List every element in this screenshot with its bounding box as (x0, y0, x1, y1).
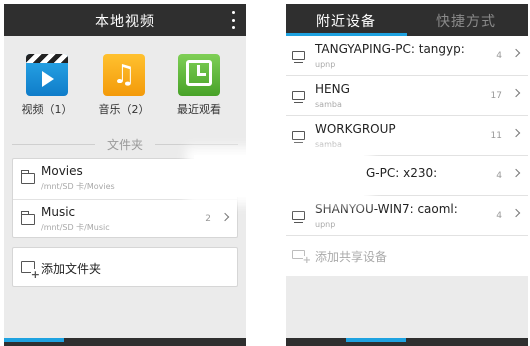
device-name: HENG (315, 82, 350, 96)
folder-icon (20, 170, 35, 184)
add-device-icon (292, 250, 311, 266)
active-nav-indicator (346, 338, 406, 342)
folder-name: Music (41, 205, 76, 219)
device-name: SHANYOU-WIN7: caoml: (315, 202, 458, 216)
device-item[interactable]: WORKGROUP samba 11 (286, 116, 528, 156)
device-protocol: upnp (315, 220, 336, 229)
category-video-label: 视频（1） (21, 103, 73, 116)
folder-name: Movies (41, 164, 83, 178)
add-share-label: 添加共享设备 (315, 250, 388, 264)
active-nav-indicator (4, 338, 64, 342)
device-count: 4 (496, 211, 502, 221)
device-count: 17 (490, 91, 502, 101)
stage: 本地视频 视频（1） ♫ 音乐（2） 最近观看 文件夹 Movies /mnt/… (0, 0, 530, 346)
chevron-right-icon (220, 212, 230, 222)
chevron-right-icon (511, 128, 521, 138)
monitor-icon (292, 211, 305, 223)
device-protocol: samba (315, 140, 342, 149)
chevron-right-icon (511, 48, 521, 58)
section-title: 文件夹 (107, 137, 144, 152)
tab-nearby-devices[interactable]: 附近设备 (316, 11, 376, 31)
chevron-right-icon (511, 208, 521, 218)
folder-count: 2 (205, 214, 211, 224)
bottom-nav (286, 338, 528, 346)
category-music-label: 音乐（2） (98, 103, 150, 116)
device-item[interactable]: HENG samba 17 (286, 76, 528, 116)
device-count: 4 (496, 171, 502, 181)
add-share-device-button[interactable]: 添加共享设备 (286, 236, 528, 276)
folder-item-music[interactable]: Music /mnt/SD 卡/Music 2 (13, 199, 237, 239)
monitor-icon (292, 51, 305, 63)
category-video[interactable]: 视频（1） (12, 54, 82, 117)
device-name: WORKGROUP (315, 122, 396, 136)
video-icon (26, 54, 68, 96)
music-icon: ♫ (103, 54, 145, 96)
add-folder-button[interactable]: 添加文件夹 (12, 247, 238, 287)
device-count: 11 (490, 131, 502, 141)
top-bar: 本地视频 (4, 4, 246, 36)
folders-section-header: 文件夹 (12, 136, 239, 152)
category-row: 视频（1） ♫ 音乐（2） 最近观看 (4, 54, 246, 124)
add-folder-label: 添加文件夹 (41, 262, 102, 276)
image-smear (194, 155, 364, 197)
device-protocol: upnp (315, 60, 336, 69)
category-recent-label: 最近观看 (177, 103, 221, 116)
device-item[interactable]: TANGYAPING-PC: tangyp: upnp 4 (286, 36, 528, 76)
folder-icon (20, 211, 35, 225)
bottom-nav (4, 338, 246, 346)
chevron-right-icon (511, 168, 521, 178)
overflow-menu-icon[interactable] (230, 11, 236, 29)
folder-path: /mnt/SD 卡/Movies (41, 182, 115, 191)
category-recent[interactable]: 最近观看 (164, 54, 234, 117)
page-title: 本地视频 (95, 14, 155, 30)
device-count: 4 (496, 51, 502, 61)
monitor-icon (292, 91, 305, 103)
folder-path: /mnt/SD 卡/Music (41, 223, 110, 232)
tab-shortcuts[interactable]: 快捷方式 (436, 11, 496, 31)
device-item[interactable]: SHANYOU-WIN7: caoml: upnp 4 (286, 196, 528, 236)
device-name-partial: G-PC: x230: (366, 166, 438, 180)
category-music[interactable]: ♫ 音乐（2） (89, 54, 159, 117)
device-protocol: samba (315, 100, 342, 109)
chevron-right-icon (511, 88, 521, 98)
add-folder-icon (21, 261, 40, 280)
recent-icon (178, 54, 220, 96)
device-name: TANGYAPING-PC: tangyp: (315, 42, 465, 56)
monitor-icon (292, 131, 305, 143)
tab-bar: 附近设备 快捷方式 (286, 4, 528, 36)
